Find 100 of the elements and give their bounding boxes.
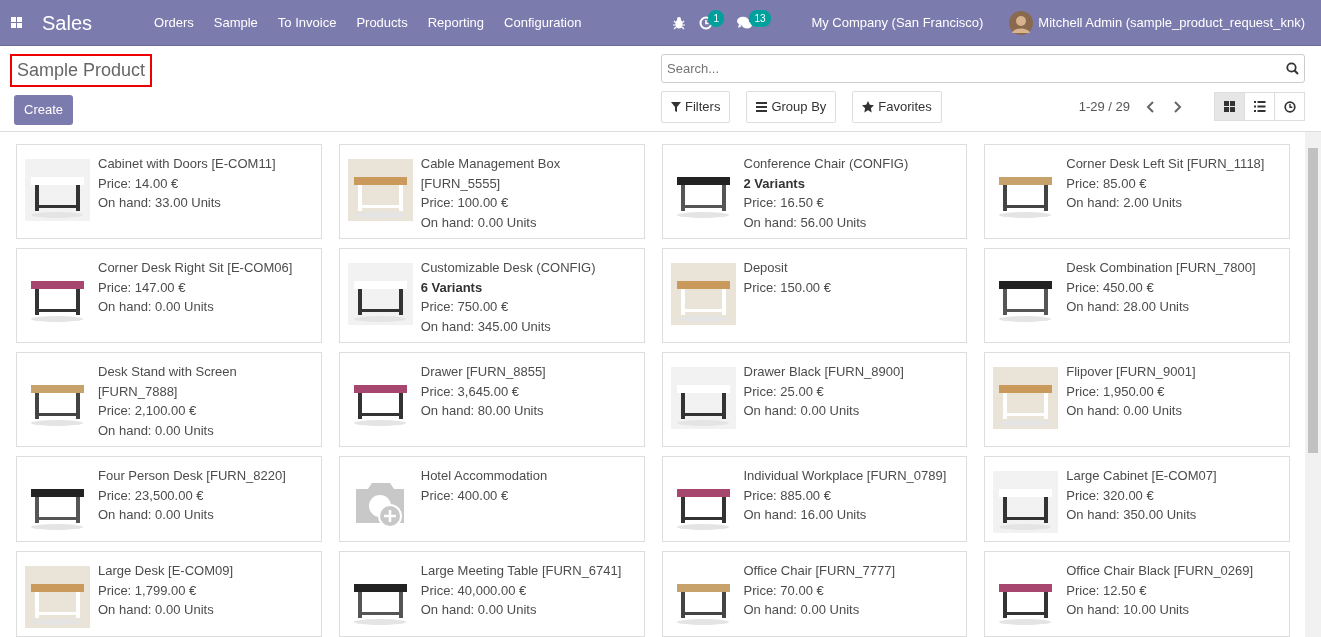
clock-icon[interactable] [699, 15, 714, 30]
view-switch-button[interactable] [1214, 92, 1245, 122]
menu-item[interactable]: To Invoice [267, 12, 347, 33]
product-card[interactable]: Corner Desk Right Sit [E-COM06] Price: 147.00 € On hand: 0.00 Units [16, 248, 322, 343]
filters-button[interactable]: Filters [661, 91, 731, 123]
search-field[interactable]: Search... [661, 54, 1305, 83]
product-card[interactable]: Large Meeting Table [FURN_6741] Price: 40,000.00 € On hand: 0.00 Units [338, 551, 645, 637]
filter-icon [671, 101, 681, 112]
product-price: Price: 16.50 € [743, 194, 825, 212]
product-name: Individual Workplace [FURN_0789] [743, 467, 947, 485]
product-name: Corner Desk Right Sit [E-COM06] [98, 259, 293, 277]
product-name: Drawer Black [FURN_8900] [743, 363, 904, 381]
on-hand-quantity: On hand: 28.00 Units [1066, 298, 1191, 316]
product-price: Price: 400.00 € [420, 486, 510, 505]
product-name: Corner Desk Left Sit [FURN_1118] [1066, 155, 1265, 173]
on-hand-quantity: On hand: 0.00 Units [98, 298, 215, 316]
product-card[interactable]: Large Cabinet [E-COM07] Price: 320.00 € On hand: 350.00 Units [984, 456, 1290, 542]
product-name: Drawer [FURN_8855] [420, 363, 546, 381]
app-title: Sales [42, 10, 93, 36]
product-card[interactable]: Cable Management Box [FURN_5555] Price: 100.00 € On hand: 0.00 Units [338, 144, 645, 239]
product-name: Desk Combination [FURN_7800] [1066, 259, 1256, 277]
product-card[interactable]: Desk Combination [FURN_7800] Price: 450.00 € On hand: 28.00 Units [984, 248, 1290, 343]
on-hand-quantity: On hand: 10.00 Units [1066, 601, 1191, 619]
on-hand-quantity: On hand: 0.00 Units [98, 601, 215, 619]
product-price: Price: 1,950.00 € [1066, 382, 1166, 401]
avatar[interactable] [1009, 10, 1034, 35]
product-card[interactable]: Conference Chair (CONFIG) 2 Variants Price: 16.50 € On hand: 56.00 Units [661, 144, 968, 239]
on-hand-quantity: On hand: 0.00 Units [98, 506, 215, 524]
on-hand-quantity: On hand: 16.00 Units [743, 506, 868, 524]
product-price: Price: 885.00 € [743, 486, 832, 505]
on-hand-quantity: On hand: 0.00 Units [1066, 402, 1183, 420]
message-count: 13 [749, 9, 771, 27]
on-hand-quantity: On hand: 345.00 Units [420, 317, 552, 336]
menu-item[interactable]: Orders [144, 12, 204, 33]
product-name: Customizable Desk (CONFIG) [420, 259, 596, 277]
product-name: Large Meeting Table [FURN_6741] [420, 562, 622, 580]
view-switch-button[interactable] [1274, 92, 1305, 122]
on-hand-quantity: On hand: 80.00 Units [420, 402, 545, 420]
apps-menu-icon[interactable] [11, 17, 22, 28]
product-card[interactable]: Four Person Desk [FURN_8220] Price: 23,500.00 € On hand: 0.00 Units [16, 456, 322, 542]
menu-item[interactable]: Products [346, 12, 418, 33]
product-name: Large Cabinet [E-COM07] [1066, 467, 1217, 485]
product-card[interactable]: Office Chair Black [FURN_0269] Price: 12.50 € On hand: 10.00 Units [984, 551, 1290, 637]
on-hand-quantity: On hand: 350.00 Units [1066, 506, 1198, 524]
product-card[interactable]: Large Desk [E-COM09] Price: 1,799.00 € On hand: 0.00 Units [16, 551, 322, 637]
product-card[interactable]: Flipover [FURN_9001] Price: 1,950.00 € On hand: 0.00 Units [984, 352, 1290, 447]
company-switcher[interactable]: My Company (San Francisco) [801, 12, 994, 33]
create-button[interactable]: Create [14, 95, 74, 125]
bug-icon[interactable] [673, 15, 686, 30]
view-switch-button[interactable] [1244, 92, 1275, 122]
product-name: Flipover [FURN_9001] [1066, 363, 1196, 381]
variant-count: 2 Variants [743, 174, 806, 193]
product-card[interactable]: Drawer Black [FURN_8900] Price: 25.00 € On hand: 0.00 Units [661, 352, 968, 447]
previous-icon[interactable] [1146, 100, 1155, 113]
favorites-button[interactable]: Favorites [852, 91, 942, 123]
list-view-icon [1253, 100, 1266, 113]
product-name: Office Chair [FURN_7777] [743, 562, 895, 580]
product-card[interactable]: Drawer [FURN_8855] Price: 3,645.00 € On hand: 80.00 Units [338, 352, 645, 447]
scrollbar[interactable] [1305, 132, 1321, 637]
next-icon[interactable] [1173, 100, 1182, 113]
product-price: Price: 100.00 € [420, 194, 510, 212]
on-hand-quantity: On hand: 33.00 Units [98, 194, 222, 212]
product-price: Price: 40,000.00 € [420, 581, 528, 600]
on-hand-quantity: On hand: 56.00 Units [743, 213, 868, 232]
product-price: Price: 2,100.00 € [98, 402, 198, 420]
product-price: Price: 320.00 € [1066, 486, 1155, 505]
product-card[interactable]: Corner Desk Left Sit [FURN_1118] Price: 85.00 € On hand: 2.00 Units [984, 144, 1290, 239]
on-hand-quantity: On hand: 0.00 Units [743, 601, 861, 619]
list-icon [756, 101, 768, 112]
product-name: Four Person Desk [FURN_8220] [98, 467, 286, 485]
product-price: Price: 750.00 € [420, 298, 510, 316]
product-price: Price: 25.00 € [743, 382, 825, 401]
menu-item[interactable]: Sample [203, 12, 268, 33]
group-by-button[interactable]: Group By [746, 91, 837, 123]
product-card[interactable]: Customizable Desk (CONFIG) 6 Variants Price: 750.00 € On hand: 345.00 Units [338, 248, 645, 343]
kanban-view-icon [1223, 100, 1236, 113]
menu-item[interactable]: Reporting [417, 12, 495, 33]
star-icon [862, 100, 875, 113]
product-card[interactable]: Office Chair [FURN_7777] Price: 70.00 € On hand: 0.00 Units [661, 551, 968, 637]
user-menu[interactable]: Mitchell Admin (sample_product_request_knk) [1033, 12, 1321, 33]
activity-count: 1 [708, 9, 724, 27]
product-name: Hotel Accommodation [420, 467, 548, 485]
product-price: Price: 1,799.00 € [98, 581, 198, 600]
product-card[interactable]: Individual Workplace [FURN_0789] Price: 885.00 € On hand: 16.00 Units [661, 456, 968, 542]
product-price: Price: 12.50 € [1066, 581, 1148, 600]
product-price: Price: 3,645.00 € [420, 382, 521, 401]
search-icon[interactable] [1286, 62, 1299, 75]
product-card[interactable]: Desk Stand with Screen [FURN_7888] Price: 2,100.00 € On hand: 0.00 Units [16, 352, 322, 447]
product-name: Desk Stand with Screen [FURN_7888] [98, 363, 238, 401]
product-price: Price: 150.00 € [743, 278, 831, 297]
product-card[interactable]: Hotel Accommodation Price: 400.00 € [338, 456, 645, 542]
product-card[interactable]: Cabinet with Doors [E-COM11] Price: 14.00 € On hand: 33.00 Units [16, 144, 322, 239]
on-hand-quantity: On hand: 0.00 Units [420, 213, 538, 232]
on-hand-quantity: On hand: 0.00 Units [743, 402, 861, 420]
variant-count: 6 Variants [420, 278, 484, 297]
product-price: Price: 147.00 € [98, 278, 187, 297]
menu-item[interactable]: Configuration [494, 12, 592, 33]
product-name: Cable Management Box [FURN_5555] [420, 155, 562, 193]
product-price: Price: 70.00 € [743, 581, 825, 600]
product-card[interactable]: Deposit Price: 150.00 € [661, 248, 968, 343]
